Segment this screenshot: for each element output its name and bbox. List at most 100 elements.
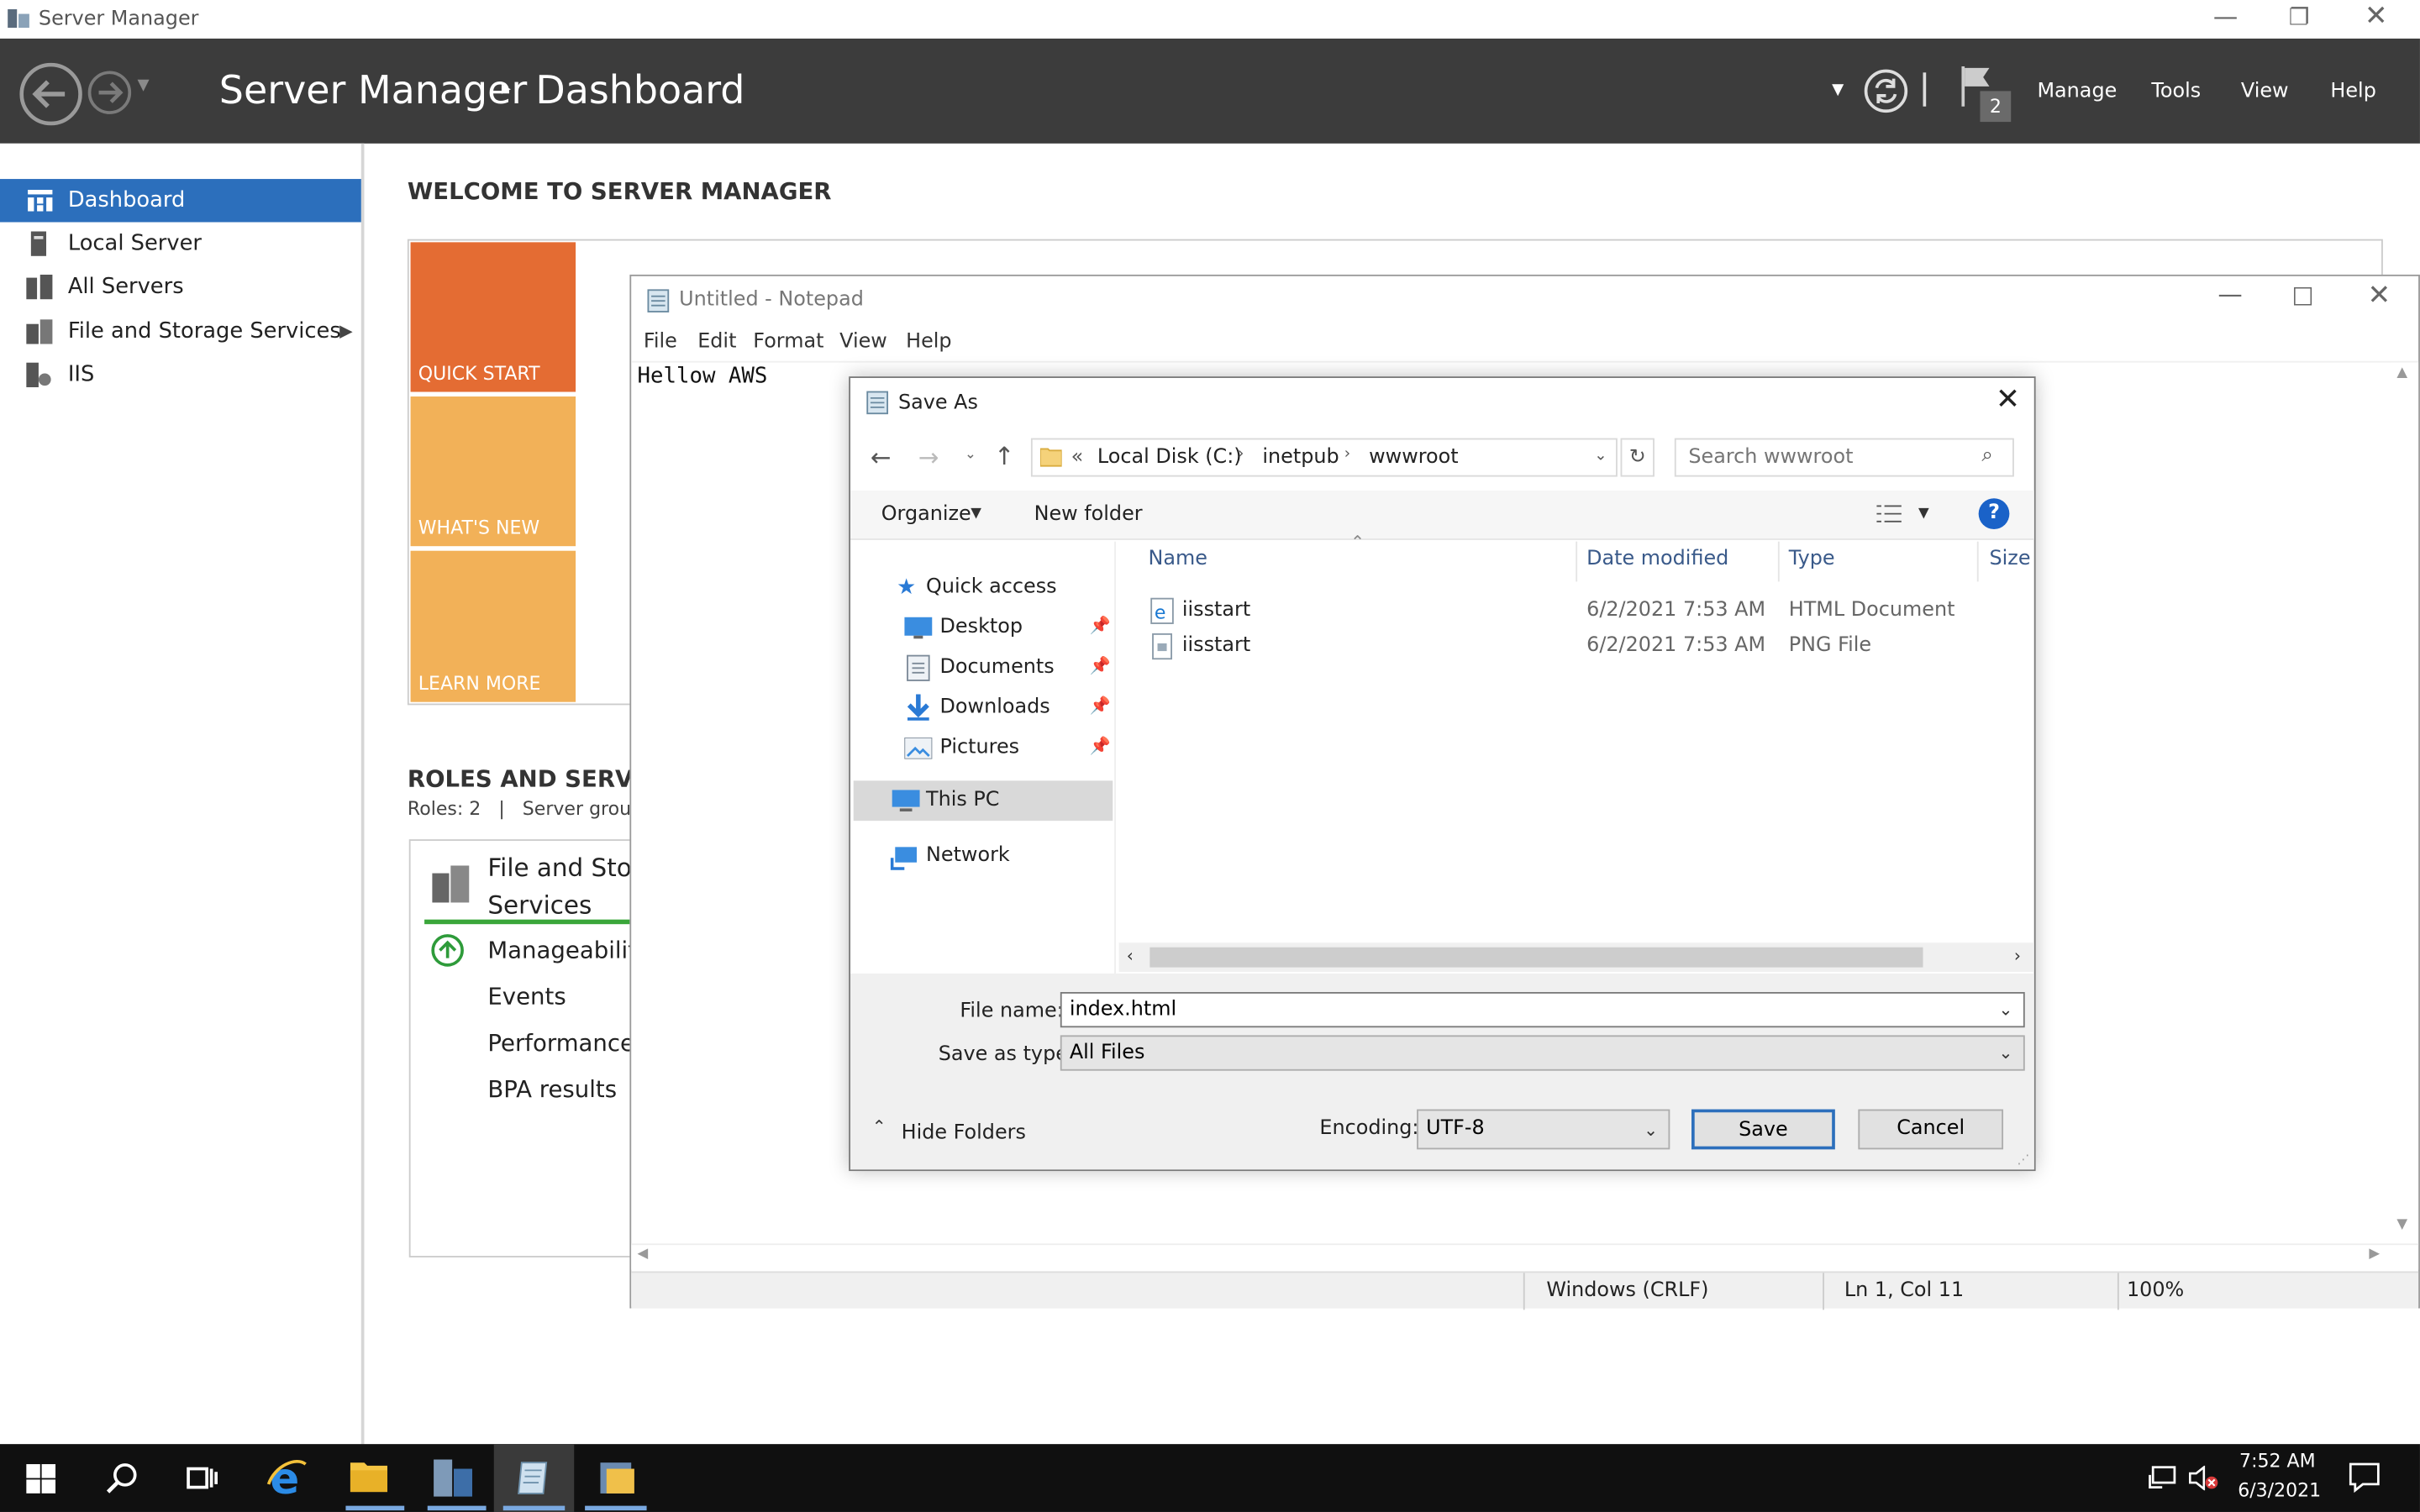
breadcrumb-inetpub[interactable]: inetpub	[1262, 446, 1339, 470]
back-arrow-icon[interactable]: ←	[871, 443, 892, 472]
resize-grip-icon[interactable]: ⋰	[2018, 1152, 2030, 1167]
scroll-left-icon[interactable]: ‹	[1127, 946, 1134, 966]
forward-arrow-icon[interactable]	[87, 70, 133, 116]
close-button[interactable]: ✕	[2365, 0, 2388, 33]
scroll-down-icon[interactable]: ▼	[2396, 1217, 2407, 1232]
save-as-type-dropdown-icon[interactable]: ⌄	[1999, 1037, 2013, 1069]
dialog-close-button[interactable]: ✕	[1996, 383, 2020, 417]
scroll-up-icon[interactable]: ▲	[2396, 365, 2407, 381]
save-as-type-select[interactable]: All Files ⌄	[1060, 1035, 2025, 1071]
forward-arrow-icon[interactable]: →	[918, 443, 939, 472]
nav-desktop[interactable]: Desktop	[940, 616, 1023, 639]
search-box[interactable]: ⌕	[1674, 438, 2014, 477]
view-options-icon[interactable]	[1876, 501, 1903, 526]
organize-dropdown-icon[interactable]: ▼	[971, 506, 981, 521]
new-folder-button[interactable]: New folder	[1034, 503, 1143, 527]
recent-locations-chevron-icon[interactable]: ⌄	[965, 448, 976, 463]
scroll-left-icon[interactable]: ◀	[638, 1247, 649, 1262]
sidebar-item-dashboard[interactable]: Dashboard	[0, 179, 361, 223]
notepad-menu-help[interactable]: Help	[906, 330, 951, 354]
file-row[interactable]: e iisstart 6/2/2021 7:53 AM HTML Documen…	[1147, 596, 2034, 629]
start-icon[interactable]	[26, 1464, 56, 1494]
notepad-horizontal-scrollbar[interactable]: ◀ ▶	[631, 1243, 2419, 1270]
file-name-dropdown-icon[interactable]: ⌄	[1999, 994, 2013, 1026]
tile-learn-more[interactable]: LEARN MORE	[410, 550, 576, 702]
menu-view[interactable]: View	[2241, 81, 2289, 104]
file-list-horizontal-scrollbar[interactable]: ‹ ›	[1118, 942, 2034, 973]
role-row-bpa-results[interactable]: BPA results	[487, 1075, 617, 1103]
refresh-button[interactable]: ↻	[1620, 438, 1655, 477]
sidebar-item-all-servers[interactable]: All Servers	[0, 265, 361, 308]
column-header-date-modified[interactable]: Date modified	[1586, 548, 1728, 571]
notepad-vertical-scrollbar[interactable]: ▲ ▼	[2391, 362, 2419, 1246]
up-folder-icon[interactable]: ↑	[994, 441, 1015, 470]
task-view-icon[interactable]	[185, 1462, 218, 1494]
breadcrumb-separator-icon[interactable]: ›	[1344, 446, 1350, 463]
column-header-name[interactable]: Name	[1149, 548, 1207, 571]
notepad-menu-view[interactable]: View	[839, 330, 887, 354]
organize-button[interactable]: Organize	[881, 503, 971, 527]
minimize-button[interactable]: —	[2213, 2, 2238, 31]
encoding-select[interactable]: UTF-8 ⌄	[1417, 1109, 1670, 1150]
column-header-size[interactable]: Size	[1990, 548, 2031, 571]
notepad-minimize-button[interactable]: —	[2217, 279, 2242, 308]
role-row-performance[interactable]: Performance	[487, 1029, 634, 1057]
notification-center-icon[interactable]	[2349, 1462, 2380, 1494]
column-header-type[interactable]: Type	[1789, 548, 1835, 571]
setup-icon[interactable]	[596, 1457, 639, 1499]
nav-documents[interactable]: Documents	[940, 656, 1055, 680]
cancel-button[interactable]: Cancel	[1858, 1109, 2004, 1150]
column-divider[interactable]	[1976, 541, 1979, 582]
restore-button[interactable]: ❐	[2289, 3, 2310, 31]
menu-help[interactable]: Help	[2330, 81, 2375, 104]
search-icon[interactable]: ⌕	[1981, 444, 1992, 468]
scroll-right-icon[interactable]: ▶	[2369, 1247, 2380, 1262]
search-icon[interactable]	[105, 1461, 139, 1494]
nav-network[interactable]: Network	[926, 844, 1010, 868]
tile-whats-new[interactable]: WHAT'S NEW	[410, 396, 576, 547]
network-tray-icon[interactable]	[2149, 1466, 2176, 1490]
internet-explorer-icon[interactable]: e	[266, 1457, 308, 1499]
file-explorer-icon[interactable]	[349, 1458, 389, 1495]
nav-pictures[interactable]: Pictures	[940, 736, 1020, 759]
breadcrumb-overflow[interactable]: «	[1071, 446, 1084, 470]
menu-tools[interactable]: Tools	[2151, 81, 2201, 104]
file-row[interactable]: iisstart 6/2/2021 7:53 AM PNG File	[1147, 631, 2034, 664]
volume-muted-icon[interactable]	[2188, 1465, 2219, 1491]
notepad-menu-file[interactable]: File	[644, 330, 677, 354]
notepad-menu-format[interactable]: Format	[753, 330, 823, 354]
role-row-events[interactable]: Events	[487, 983, 566, 1011]
sidebar-item-iis[interactable]: IIS	[0, 354, 361, 396]
breadcrumb-local-disk[interactable]: Local Disk (C:)	[1097, 446, 1242, 470]
column-divider[interactable]	[1576, 541, 1578, 582]
hide-folders-button[interactable]: Hide Folders	[902, 1121, 1026, 1145]
breadcrumb-wwwroot[interactable]: wwwroot	[1369, 446, 1458, 470]
search-input[interactable]	[1677, 441, 1971, 474]
encoding-dropdown-icon[interactable]: ⌄	[1644, 1112, 1658, 1149]
tile-quick-start[interactable]: QUICK START	[410, 242, 576, 392]
help-icon[interactable]: ?	[1978, 498, 2010, 529]
save-button[interactable]: Save	[1691, 1109, 1835, 1150]
scrollbar-thumb[interactable]	[1150, 947, 1923, 968]
breadcrumb-separator-icon[interactable]: ›	[1238, 446, 1244, 463]
notepad-close-button[interactable]: ✕	[2367, 279, 2391, 312]
view-dropdown-icon[interactable]: ▼	[1918, 506, 1929, 521]
column-divider[interactable]	[1777, 541, 1780, 582]
file-name-input[interactable]: index.html ⌄	[1060, 991, 2025, 1028]
sidebar-item-local-server[interactable]: Local Server	[0, 222, 361, 265]
back-arrow-icon[interactable]	[18, 61, 83, 126]
refresh-icon[interactable]	[1863, 68, 1909, 114]
role-row-manageability[interactable]: Manageability	[487, 937, 650, 964]
notepad-menu-edit[interactable]: Edit	[697, 330, 736, 354]
history-dropdown-icon[interactable]: ▼	[137, 77, 149, 94]
nav-downloads[interactable]: Downloads	[940, 696, 1050, 719]
nav-quick-access[interactable]: Quick access	[926, 575, 1057, 599]
address-bar[interactable]: « Local Disk (C:) › inetpub › wwwroot ⌄	[1030, 438, 1618, 477]
nav-this-pc-selected[interactable]: This PC	[853, 780, 1113, 822]
address-dropdown-icon[interactable]: ⌄	[1594, 448, 1607, 465]
menu-manage[interactable]: Manage	[2037, 81, 2117, 104]
dropdown-icon[interactable]: ▼	[1832, 81, 1844, 98]
scroll-right-icon[interactable]: ›	[2014, 946, 2021, 966]
hide-folders-chevron-icon[interactable]: ⌃	[872, 1117, 886, 1137]
sidebar-item-file-and-storage-services[interactable]: File and Storage Services ▶	[0, 310, 361, 353]
